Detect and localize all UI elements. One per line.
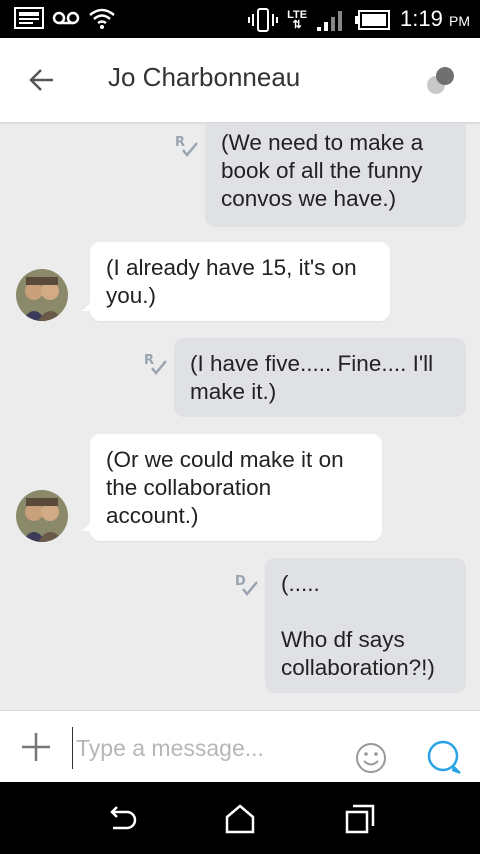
clock: 1:19 PM bbox=[400, 6, 470, 31]
message-line: (We need to make a bbox=[221, 130, 424, 155]
message-line: Who df says bbox=[281, 627, 405, 652]
message-line: make it.) bbox=[190, 379, 277, 404]
message-line: collaboration?!) bbox=[281, 655, 435, 680]
message-line: (I already have 15, it's on bbox=[106, 255, 357, 280]
app-bar: Jo Charbonneau bbox=[0, 38, 480, 123]
arrow-left-icon bbox=[29, 69, 53, 91]
avatar[interactable] bbox=[16, 490, 68, 542]
emoji-icon[interactable] bbox=[354, 741, 388, 775]
read-receipt-icon: R bbox=[144, 353, 167, 375]
message-line bbox=[281, 598, 450, 626]
back-icon[interactable] bbox=[103, 802, 137, 836]
image-icon bbox=[14, 7, 44, 29]
send-icon[interactable] bbox=[426, 739, 462, 775]
message-bubble-incoming[interactable]: (I already have 15, it's on you.) bbox=[82, 242, 390, 321]
message-line: (I have five..... Fine.... I'll bbox=[190, 351, 434, 376]
svg-text:D: D bbox=[235, 574, 246, 589]
message-bubble-outgoing[interactable]: (..... Who df says collaboration?!) bbox=[265, 558, 466, 693]
wifi-icon bbox=[89, 8, 115, 29]
vibrate-icon bbox=[248, 8, 279, 32]
presence-dots-icon[interactable] bbox=[424, 64, 458, 98]
message-bubble-incoming[interactable]: (Or we could make it on the collaboratio… bbox=[82, 434, 382, 541]
message-line: the collaboration bbox=[106, 475, 272, 500]
conversation-title[interactable]: Jo Charbonneau bbox=[108, 62, 300, 93]
delivered-receipt-icon: D bbox=[235, 574, 258, 596]
status-bar: LTE ⇅ 1:19 PM bbox=[0, 0, 480, 38]
plus-icon[interactable] bbox=[16, 727, 56, 767]
voicemail-icon bbox=[52, 11, 80, 25]
battery-icon bbox=[355, 10, 391, 30]
navigation-bar bbox=[0, 782, 480, 854]
compose-bar bbox=[0, 710, 480, 783]
message-line: convos we have.) bbox=[221, 186, 397, 211]
message-bubble-outgoing[interactable]: (We need to make a book of all the funny… bbox=[205, 123, 466, 227]
home-icon[interactable] bbox=[223, 802, 257, 836]
contact-photo-icon bbox=[16, 269, 68, 321]
message-input[interactable] bbox=[72, 727, 338, 769]
back-button[interactable] bbox=[22, 60, 62, 100]
contact-photo-icon bbox=[16, 490, 68, 542]
lte-data-icon: LTE ⇅ bbox=[287, 9, 308, 31]
svg-text:R: R bbox=[144, 353, 154, 368]
avatar[interactable] bbox=[16, 269, 68, 321]
signal-icon bbox=[317, 11, 343, 31]
message-bubble-outgoing[interactable]: (I have five..... Fine.... I'll make it.… bbox=[174, 338, 466, 417]
read-receipt-icon: R bbox=[175, 135, 198, 157]
message-line: book of all the funny bbox=[221, 158, 423, 183]
svg-text:R: R bbox=[175, 135, 185, 150]
message-line: you.) bbox=[106, 283, 157, 308]
recents-icon[interactable] bbox=[343, 802, 377, 836]
message-line: account.) bbox=[106, 503, 199, 528]
message-line: (..... bbox=[281, 571, 320, 596]
message-line: (Or we could make it on bbox=[106, 447, 344, 472]
message-list[interactable]: R (We need to make a book of all the fun… bbox=[0, 123, 480, 710]
